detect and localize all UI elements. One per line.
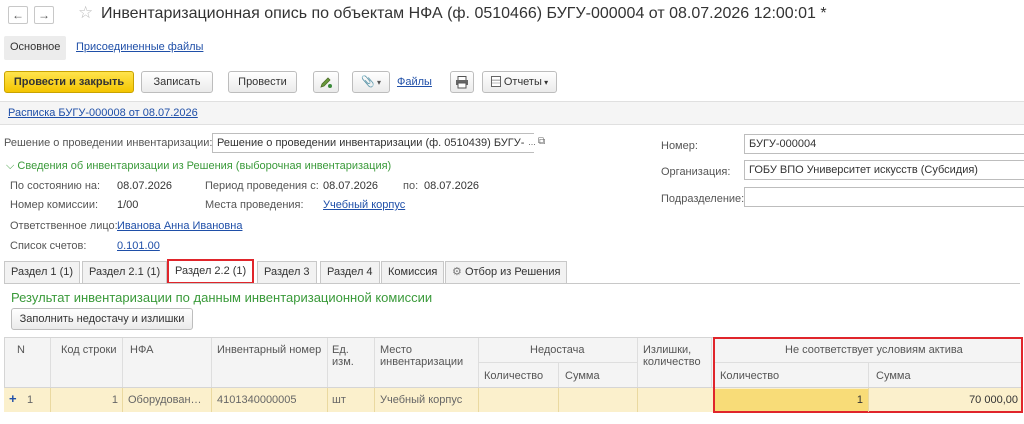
places-label: Места проведения: — [205, 199, 304, 211]
tab-attached-files[interactable]: Присоединенные файлы — [70, 36, 209, 60]
pencil-icon — [320, 77, 332, 88]
col-header-place[interactable]: Место инвентаризации — [380, 344, 475, 368]
open-link-icon[interactable]: ⧉ — [538, 133, 551, 153]
info-group-title: Сведения об инвентаризации из Решения (в… — [17, 160, 392, 172]
printer-icon — [456, 76, 468, 89]
reports-menu-button[interactable]: Отчеты ▾ — [482, 71, 557, 93]
chevron-down-icon: ▾ — [541, 78, 549, 87]
commission-value: 1/00 — [117, 199, 139, 211]
cell-nc-qty[interactable]: 1 — [715, 394, 863, 406]
fill-shortage-surplus-button[interactable]: Заполнить недостачу и излишки — [11, 308, 193, 330]
col-header-shortage-qty[interactable]: Количество — [484, 370, 543, 382]
report-icon — [490, 76, 501, 87]
col-header-surplus[interactable]: Излишки, количество — [643, 344, 709, 368]
col-header-shortage[interactable]: Недостача — [530, 344, 585, 356]
tab-section-1[interactable]: Раздел 1 (1) — [4, 261, 81, 283]
cell-line-code: 1 — [111, 394, 118, 406]
col-header-unit[interactable]: Ед. изм. — [332, 344, 362, 368]
department-label: Подразделение: — [661, 193, 745, 205]
period-to-label: по: — [403, 180, 419, 192]
accounts-link[interactable]: 0.101.00 — [117, 240, 160, 252]
cell-nfa: Оборудован… — [128, 394, 202, 406]
cell-unit: шт — [332, 394, 346, 406]
col-header-n[interactable]: N — [17, 344, 25, 356]
as-of-label: По состоянию на: — [10, 180, 101, 192]
tab-section-3[interactable]: Раздел 3 — [257, 261, 317, 283]
receipt-link[interactable]: Расписка БУГУ-000008 от 08.07.2026 — [8, 107, 198, 119]
print-button[interactable] — [450, 71, 474, 93]
favorite-star-icon[interactable]: ☆ — [78, 3, 93, 23]
reports-label: Отчеты — [503, 76, 542, 88]
cell-place: Учебный корпус — [380, 394, 463, 406]
tab-commission[interactable]: Комиссия — [381, 261, 445, 283]
number-label: Номер: — [661, 140, 698, 152]
post-and-close-button[interactable]: Провести и закрыть — [4, 71, 134, 93]
col-header-nfa[interactable]: НФА — [130, 344, 153, 356]
paperclip-icon: 📎 — [361, 76, 375, 88]
forward-button[interactable]: → — [34, 6, 54, 24]
attachment-menu-button[interactable]: 📎 ▾ — [352, 71, 390, 93]
period-to-value: 08.07.2026 — [424, 180, 480, 192]
tab-main[interactable]: Основное — [4, 36, 67, 60]
info-group-header[interactable]: ⌵ Сведения об инвентаризации из Решения … — [6, 160, 391, 173]
organization-label: Организация: — [661, 166, 731, 178]
gear-icon: ⚙ — [452, 266, 462, 278]
as-of-value: 08.07.2026 — [117, 180, 173, 192]
organization-field[interactable]: ГОБУ ВПО Университет искусств (Субсидия) — [744, 160, 1024, 180]
back-button[interactable]: ← — [8, 6, 28, 24]
cell-inv-number: 4101340000005 — [217, 394, 297, 406]
accounts-label: Список счетов: — [10, 240, 87, 252]
commission-label: Номер комиссии: — [10, 199, 99, 211]
period-from-value: 08.07.2026 — [323, 180, 379, 192]
col-header-shortage-sum[interactable]: Сумма — [565, 370, 600, 382]
col-header-inv-number[interactable]: Инвентарный номер — [217, 344, 321, 356]
tab-filter-label: Отбор из Решения — [464, 266, 561, 278]
save-button[interactable]: Записать — [141, 71, 213, 93]
tab-filter-from-decision[interactable]: ⚙ Отбор из Решения — [445, 261, 568, 283]
files-link[interactable]: Файлы — [397, 76, 432, 88]
chevron-down-icon: ⌵ — [6, 160, 15, 172]
department-field[interactable] — [744, 187, 1024, 207]
decision-label: Решение о проведении инвентаризации: — [4, 137, 213, 149]
decision-select-button[interactable]: ... — [525, 134, 539, 152]
tab-section-4[interactable]: Раздел 4 — [320, 261, 380, 283]
section-title: Результат инвентаризации по данным инвен… — [11, 290, 433, 305]
responsible-label: Ответственное лицо: — [10, 220, 118, 232]
structure-button[interactable] — [313, 71, 339, 93]
tab-section-2-1[interactable]: Раздел 2.1 (1) — [82, 261, 168, 283]
period-label: Период проведения с: — [205, 180, 319, 192]
post-button[interactable]: Провести — [228, 71, 297, 93]
number-field[interactable]: БУГУ-000004 — [744, 134, 1024, 154]
responsible-link[interactable]: Иванова Анна Ивановна — [117, 220, 242, 232]
expand-row-icon[interactable]: + — [9, 392, 17, 405]
window-title: Инвентаризационная опись по объектам НФА… — [101, 5, 827, 22]
cell-nc-sum[interactable]: 70 000,00 — [870, 394, 1018, 406]
tab-section-2-2[interactable]: Раздел 2.2 (1) — [167, 259, 255, 284]
cell-n: 1 — [27, 394, 34, 406]
places-link[interactable]: Учебный корпус — [323, 199, 405, 211]
decision-field[interactable]: Решение о проведении инвентаризации (ф. … — [212, 133, 534, 153]
col-header-line-code[interactable]: Код строки — [61, 344, 117, 356]
